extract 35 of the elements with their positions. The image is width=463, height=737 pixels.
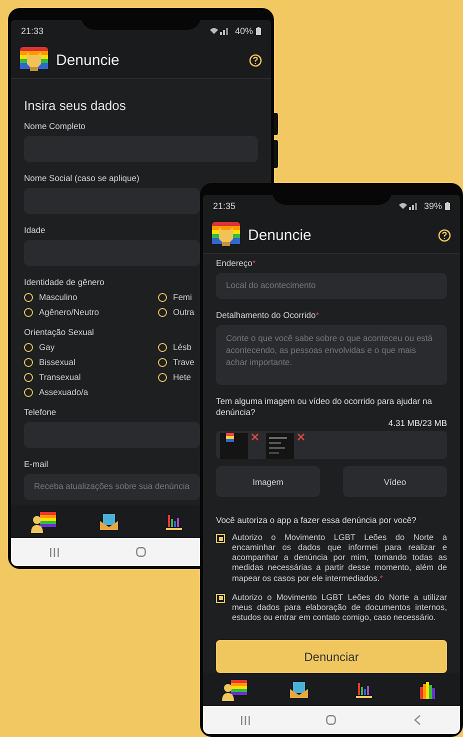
upload-button[interactable]: Imagem bbox=[216, 466, 320, 498]
radio-label: Trave bbox=[173, 357, 194, 367]
field-label: Detalhamento do Ocorrido* bbox=[216, 310, 320, 320]
radio-label: Femi bbox=[173, 292, 192, 302]
radio-label: Transexual bbox=[39, 372, 81, 382]
field-label: E-mail bbox=[24, 459, 48, 469]
radio-label: Lésb bbox=[173, 342, 192, 352]
status-time: 21:35 bbox=[213, 201, 236, 211]
status-time: 21:33 bbox=[21, 26, 44, 36]
field-label: Telefone bbox=[24, 407, 56, 417]
field-label: Endereço* bbox=[216, 258, 256, 268]
radio-label: Gay bbox=[39, 342, 55, 352]
submit-button[interactable]: Denunciar bbox=[216, 640, 447, 673]
upload-button[interactable]: Vídeo bbox=[343, 466, 447, 498]
radio-label: Bissexual bbox=[39, 357, 76, 367]
radio-label: Agênero/Neutro bbox=[39, 307, 100, 317]
radio-label: Assexuado/a bbox=[39, 387, 88, 397]
consent-question: Você autoriza o app a fazer essa denúncia por você? bbox=[216, 515, 418, 526]
app-title: Denuncie bbox=[56, 52, 120, 68]
app-title: Denuncie bbox=[248, 226, 312, 244]
battery-percent: 39% bbox=[424, 201, 442, 211]
group-label: Orientação Sexual bbox=[24, 327, 94, 337]
upload-size: 4.31 MB/23 MB bbox=[388, 418, 447, 428]
radio-label: Outra bbox=[173, 307, 194, 317]
upload-question: Tem alguma imagem ou vídeo do ocorrido para ajudar na denúncia? bbox=[216, 396, 433, 418]
field-label: Idade bbox=[24, 225, 46, 235]
section-heading: Insira seus dados bbox=[24, 98, 127, 113]
consent-text: Autorizo o Movimento LGBT Leões do Norte a encaminhar os dados que informei para realizar e acompanhar a denúncia por mim, tomando todas as medidas necessárias a partir desse momento, além de mapear os casos por ele intermediados.* bbox=[232, 532, 447, 583]
field-label: Nome Social (caso se aplique) bbox=[24, 173, 140, 183]
field-label: Nome Completo bbox=[24, 121, 86, 131]
consent-text: Autorizo o Movimento LGBT Leões do Norte a utilizar meus dados para elaboração de documentos internos, estudos ou entrar em contato comigo, caso necessário. bbox=[232, 592, 447, 622]
battery-percent: 40% bbox=[234, 26, 253, 36]
radio-label: Hete bbox=[173, 372, 191, 382]
group-label: Identidade de gênero bbox=[24, 277, 104, 287]
radio-label: Masculino bbox=[39, 292, 78, 302]
